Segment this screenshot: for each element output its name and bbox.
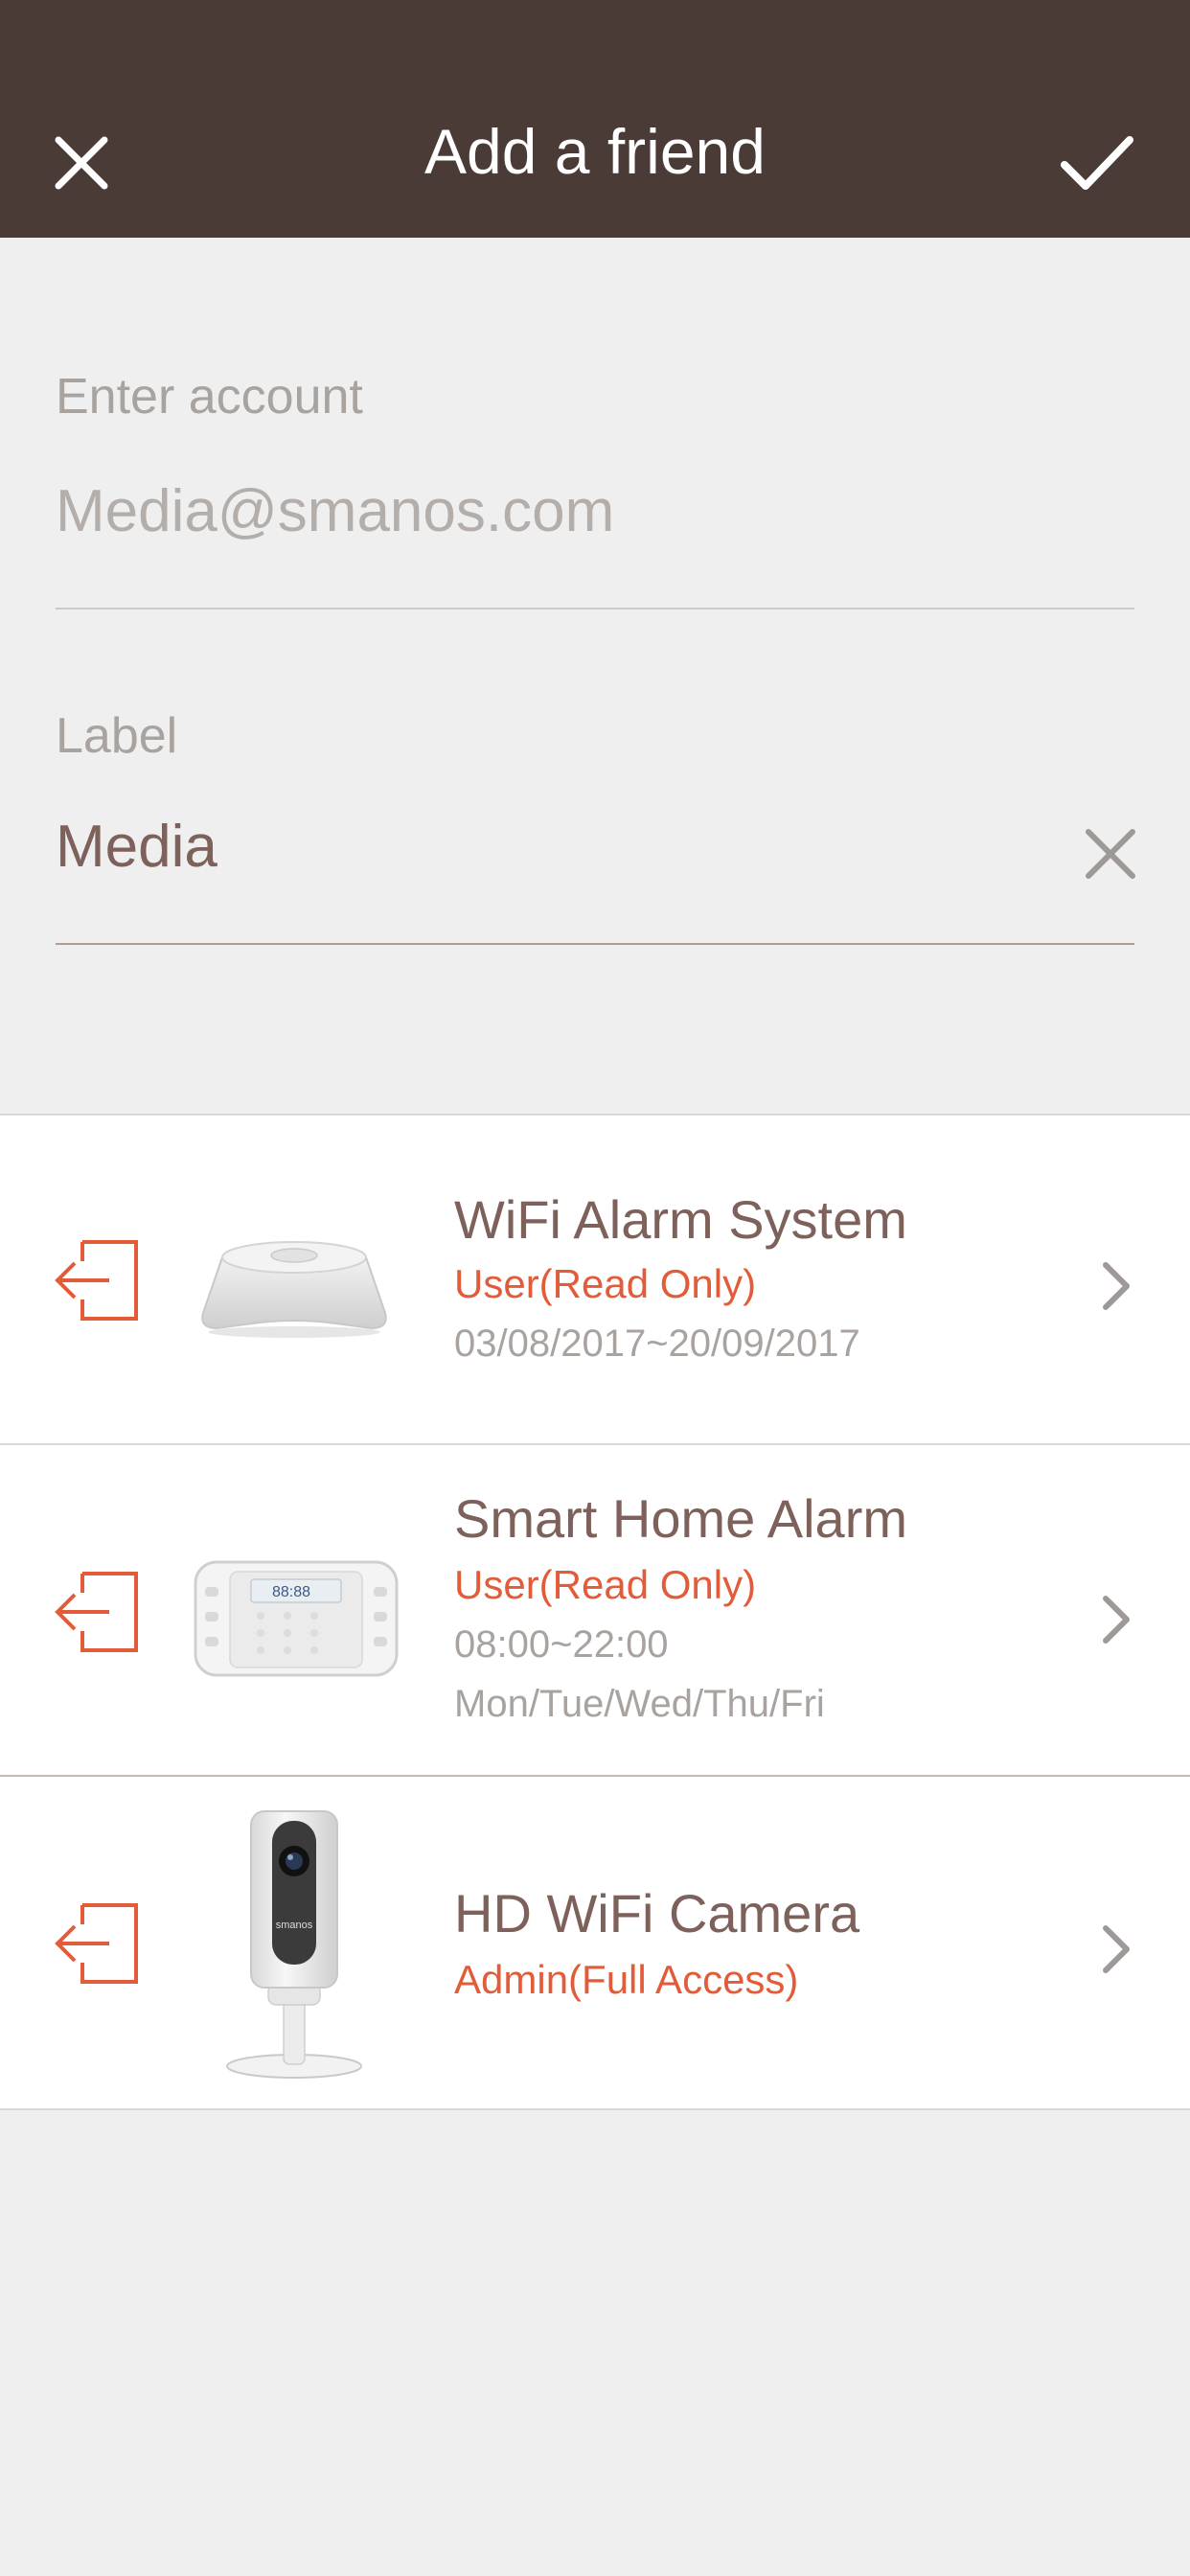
checkmark-icon	[1061, 136, 1133, 190]
chevron-right-icon	[1103, 1262, 1130, 1310]
device-role: User(Read Only)	[454, 1261, 757, 1306]
device-time-range: 08:00~22:00	[454, 1623, 669, 1666]
list-item[interactable]: smanos HD WiFi Camera Admin(Full Access)	[0, 1775, 1190, 2110]
list-item[interactable]: 88:88 Smart Home Alarm User(Read Only) 0…	[0, 1443, 1190, 1777]
page-title: Add a friend	[424, 116, 766, 187]
clear-icon	[1086, 829, 1135, 879]
device-days: Mon/Tue/Wed/Thu/Fri	[454, 1683, 825, 1725]
account-input[interactable]: Media@smanos.com	[56, 477, 614, 545]
exit-icon[interactable]	[54, 1236, 142, 1324]
wifi-hub-image	[201, 1241, 387, 1338]
device-name: WiFi Alarm System	[454, 1189, 907, 1250]
device-date-range: 03/08/2017~20/09/2017	[454, 1322, 860, 1365]
device-role: User(Read Only)	[454, 1562, 757, 1607]
label-underline	[56, 943, 1134, 945]
alarm-panel-image: 88:88	[194, 1560, 399, 1677]
camera-image: smanos	[226, 1810, 362, 2079]
device-name: HD WiFi Camera	[454, 1883, 860, 1944]
exit-icon[interactable]	[54, 1568, 142, 1656]
label-input[interactable]: Media	[56, 813, 217, 881]
device-name: Smart Home Alarm	[454, 1488, 907, 1549]
account-label: Enter account	[56, 369, 363, 425]
panel-display-text: 88:88	[272, 1584, 310, 1600]
top-bar: Add a friend	[0, 0, 1190, 238]
label-label: Label	[56, 708, 178, 764]
clear-label-button[interactable]	[1081, 824, 1140, 884]
list-item[interactable]: WiFi Alarm System User(Read Only) 03/08/…	[0, 1114, 1190, 1445]
chevron-right-icon	[1103, 1596, 1130, 1644]
confirm-button[interactable]	[1049, 115, 1145, 211]
account-underline	[56, 608, 1134, 610]
camera-brand-text: smanos	[276, 1920, 313, 1931]
exit-icon[interactable]	[54, 1899, 142, 1988]
chevron-right-icon	[1103, 1925, 1130, 1973]
friend-form: Enter account Media@smanos.com Label Med…	[0, 238, 1190, 1114]
device-role: Admin(Full Access)	[454, 1957, 799, 2002]
